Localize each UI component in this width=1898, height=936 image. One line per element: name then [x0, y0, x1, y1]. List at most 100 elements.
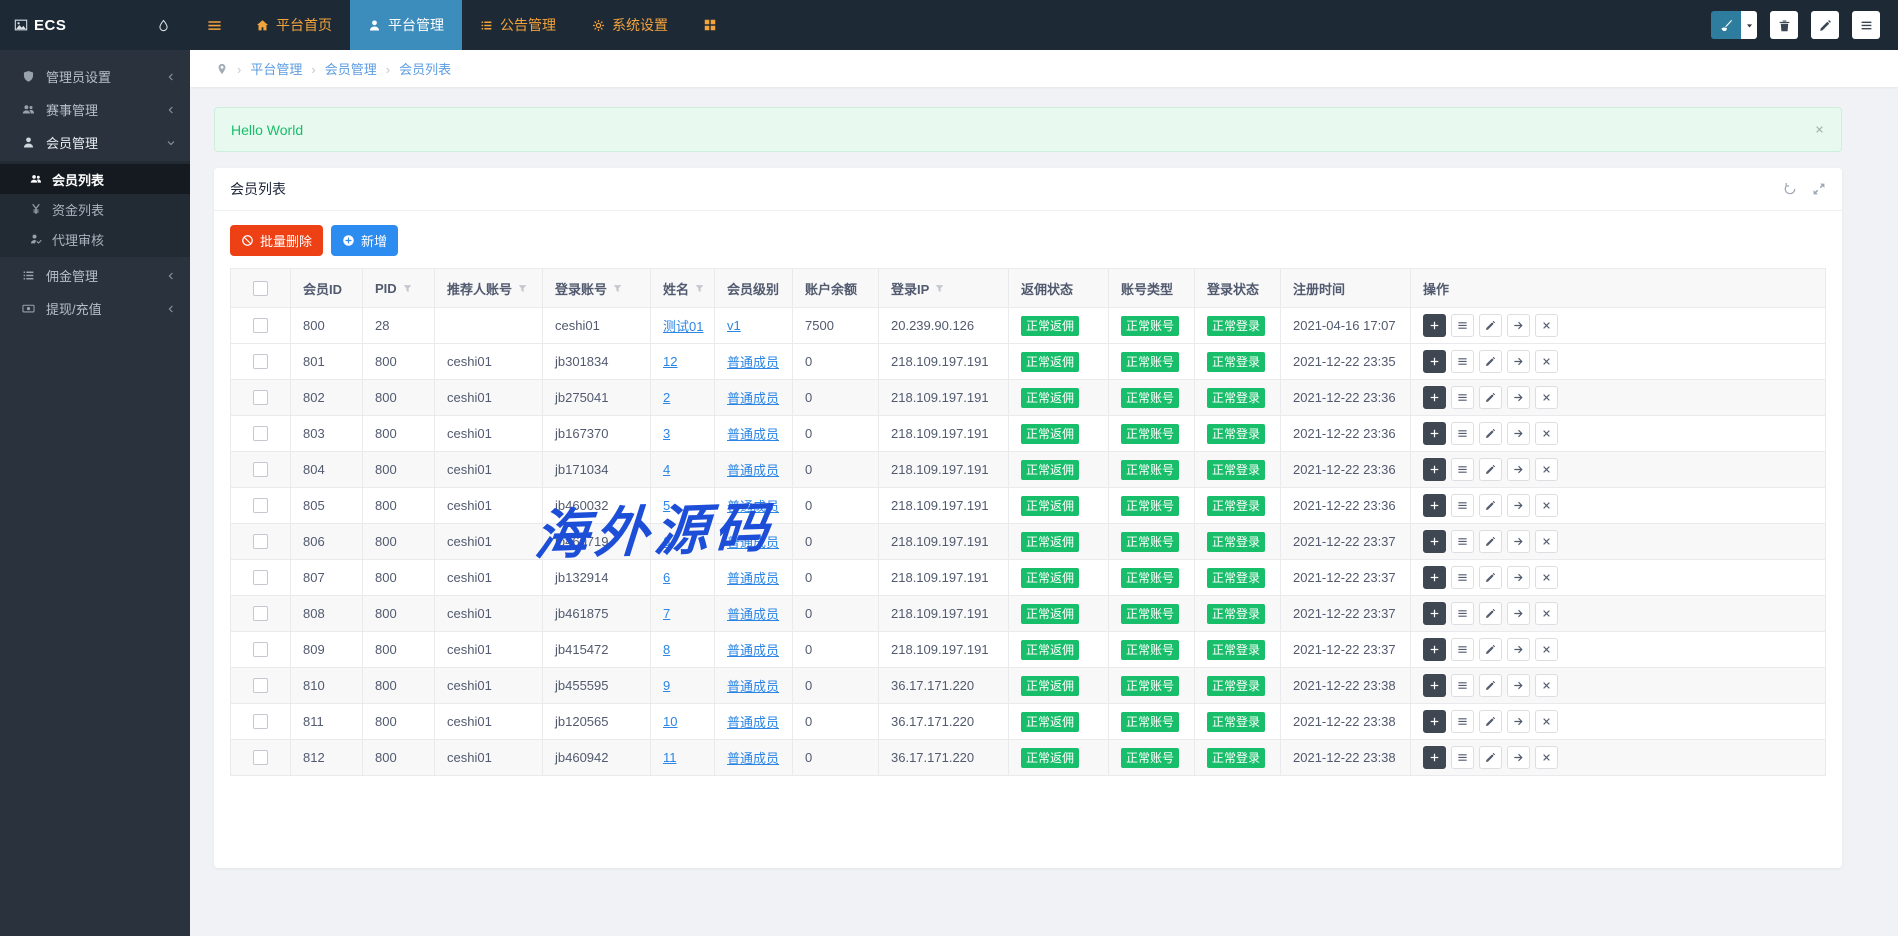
- logo[interactable]: ECS: [0, 0, 190, 50]
- transfer-button[interactable]: [1507, 710, 1530, 733]
- nav-home[interactable]: 平台首页: [238, 0, 350, 50]
- delete-row-button[interactable]: [1535, 746, 1558, 769]
- expand-row-button[interactable]: [1423, 350, 1446, 373]
- expand-row-button[interactable]: [1423, 710, 1446, 733]
- transfer-button[interactable]: [1507, 638, 1530, 661]
- row-checkbox[interactable]: [253, 750, 268, 765]
- member-level-link[interactable]: 普通成员: [727, 463, 779, 478]
- delete-row-button[interactable]: [1535, 566, 1558, 589]
- transfer-button[interactable]: [1507, 566, 1530, 589]
- expand-row-button[interactable]: [1423, 602, 1446, 625]
- member-name-link[interactable]: 7: [663, 606, 670, 621]
- member-level-link[interactable]: 普通成员: [727, 643, 779, 658]
- delete-row-button[interactable]: [1535, 602, 1558, 625]
- member-level-link[interactable]: v1: [727, 318, 741, 333]
- nav-system[interactable]: 系统设置: [574, 0, 686, 50]
- row-checkbox[interactable]: [253, 570, 268, 585]
- edit-row-button[interactable]: [1479, 530, 1502, 553]
- apps-grid-icon[interactable]: [686, 0, 734, 50]
- member-level-link[interactable]: 普通成员: [727, 535, 779, 550]
- filter-icon[interactable]: [934, 283, 945, 294]
- nav-platform[interactable]: 平台管理: [350, 0, 462, 50]
- transfer-button[interactable]: [1507, 458, 1530, 481]
- member-name-link[interactable]: 6: [663, 570, 670, 585]
- delete-row-button[interactable]: [1535, 350, 1558, 373]
- detail-button[interactable]: [1451, 638, 1474, 661]
- theme-button-main[interactable]: [1711, 11, 1741, 39]
- alert-close-icon[interactable]: [1814, 124, 1825, 135]
- theme-button[interactable]: [1711, 11, 1757, 39]
- member-name-link[interactable]: 3: [663, 426, 670, 441]
- edit-row-button[interactable]: [1479, 746, 1502, 769]
- sidebar-subitem-fund-list[interactable]: 资金列表: [0, 194, 190, 224]
- breadcrumb-item[interactable]: 会员列表: [399, 62, 451, 77]
- delete-row-button[interactable]: [1535, 674, 1558, 697]
- expand-row-button[interactable]: [1423, 422, 1446, 445]
- member-name-link[interactable]: 6: [663, 534, 670, 549]
- sidebar-item-admin-settings[interactable]: 管理员设置: [0, 60, 190, 93]
- delete-row-button[interactable]: [1535, 638, 1558, 661]
- expand-row-button[interactable]: [1423, 566, 1446, 589]
- menu-button[interactable]: [1852, 11, 1880, 39]
- delete-row-button[interactable]: [1535, 458, 1558, 481]
- sidebar-subitem-agent-review[interactable]: 代理审核: [0, 224, 190, 254]
- expand-row-button[interactable]: [1423, 638, 1446, 661]
- delete-row-button[interactable]: [1535, 422, 1558, 445]
- filter-icon[interactable]: [612, 283, 623, 294]
- breadcrumb-item[interactable]: 会员管理: [325, 62, 377, 77]
- member-name-link[interactable]: 4: [663, 462, 670, 477]
- delete-row-button[interactable]: [1535, 710, 1558, 733]
- detail-button[interactable]: [1451, 710, 1474, 733]
- member-name-link[interactable]: 8: [663, 642, 670, 657]
- transfer-button[interactable]: [1507, 746, 1530, 769]
- detail-button[interactable]: [1451, 458, 1474, 481]
- row-checkbox[interactable]: [253, 390, 268, 405]
- expand-row-button[interactable]: [1423, 674, 1446, 697]
- transfer-button[interactable]: [1507, 422, 1530, 445]
- expand-row-button[interactable]: [1423, 458, 1446, 481]
- expand-row-button[interactable]: [1423, 314, 1446, 337]
- sidebar-item-event-management[interactable]: 赛事管理: [0, 93, 190, 126]
- sidebar-item-member-management[interactable]: 会员管理: [0, 126, 190, 159]
- edit-row-button[interactable]: [1479, 458, 1502, 481]
- detail-button[interactable]: [1451, 494, 1474, 517]
- filter-icon[interactable]: [402, 283, 413, 294]
- theme-dropdown[interactable]: [1741, 11, 1757, 39]
- edit-row-button[interactable]: [1479, 602, 1502, 625]
- row-checkbox[interactable]: [253, 642, 268, 657]
- detail-button[interactable]: [1451, 386, 1474, 409]
- batch-delete-button[interactable]: 批量删除: [230, 225, 324, 256]
- delete-row-button[interactable]: [1535, 314, 1558, 337]
- row-checkbox[interactable]: [253, 318, 268, 333]
- detail-button[interactable]: [1451, 314, 1474, 337]
- row-checkbox[interactable]: [253, 462, 268, 477]
- detail-button[interactable]: [1451, 566, 1474, 589]
- edit-row-button[interactable]: [1479, 566, 1502, 589]
- member-level-link[interactable]: 普通成员: [727, 715, 779, 730]
- transfer-button[interactable]: [1507, 494, 1530, 517]
- transfer-button[interactable]: [1507, 530, 1530, 553]
- edit-row-button[interactable]: [1479, 350, 1502, 373]
- delete-row-button[interactable]: [1535, 530, 1558, 553]
- detail-button[interactable]: [1451, 674, 1474, 697]
- trash-button[interactable]: [1770, 11, 1798, 39]
- refresh-icon[interactable]: [1783, 182, 1797, 196]
- detail-button[interactable]: [1451, 530, 1474, 553]
- delete-row-button[interactable]: [1535, 386, 1558, 409]
- detail-button[interactable]: [1451, 350, 1474, 373]
- member-name-link[interactable]: 2: [663, 390, 670, 405]
- transfer-button[interactable]: [1507, 602, 1530, 625]
- transfer-button[interactable]: [1507, 674, 1530, 697]
- detail-button[interactable]: [1451, 602, 1474, 625]
- member-name-link[interactable]: 9: [663, 678, 670, 693]
- nav-notice[interactable]: 公告管理: [462, 0, 574, 50]
- fullscreen-icon[interactable]: [1812, 182, 1826, 196]
- filter-icon[interactable]: [517, 283, 528, 294]
- transfer-button[interactable]: [1507, 386, 1530, 409]
- row-checkbox[interactable]: [253, 426, 268, 441]
- droplet-icon[interactable]: [157, 19, 170, 32]
- member-name-link[interactable]: 5: [663, 498, 670, 513]
- row-checkbox[interactable]: [253, 714, 268, 729]
- sidebar-item-withdraw-recharge[interactable]: 提现/充值: [0, 292, 190, 325]
- row-checkbox[interactable]: [253, 354, 268, 369]
